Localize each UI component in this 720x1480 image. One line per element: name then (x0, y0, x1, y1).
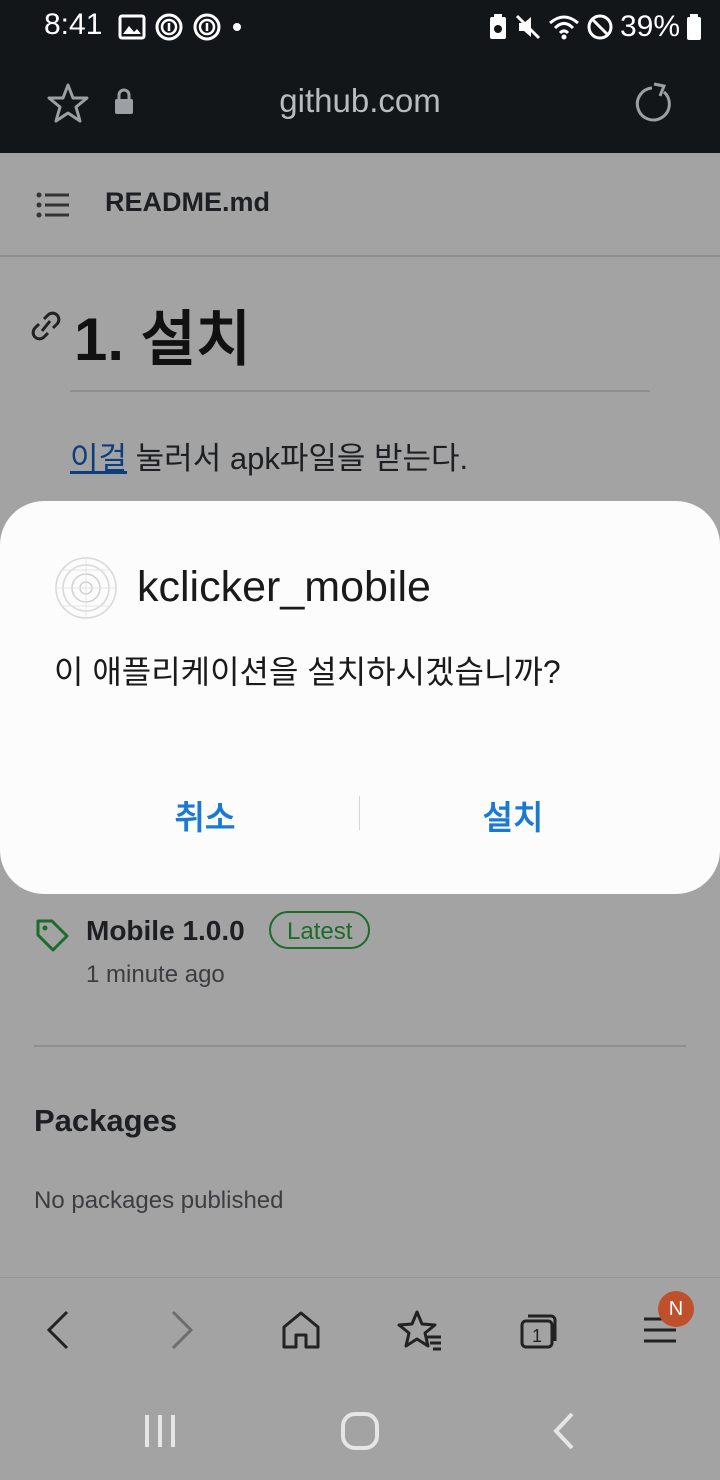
divider (70, 390, 650, 392)
home-button[interactable] (277, 1306, 325, 1354)
readme-header: README.md (0, 153, 720, 255)
release-time: 1 minute ago (86, 961, 225, 988)
back-nav-icon[interactable] (548, 1410, 578, 1452)
home-icon (282, 1311, 320, 1349)
paragraph: 이걸 눌러서 apk파일을 받는다. (70, 433, 468, 478)
download-link[interactable]: 이걸 (70, 441, 127, 476)
fingerprint-icon (155, 13, 183, 41)
forward-icon (171, 1310, 194, 1350)
no-disturb-icon (587, 14, 613, 40)
battery-saver-icon (489, 14, 506, 39)
forward-button[interactable] (158, 1306, 206, 1354)
dot-icon (233, 23, 241, 31)
tag-icon (36, 919, 69, 952)
link-icon[interactable] (28, 309, 64, 343)
reload-icon[interactable] (630, 82, 674, 126)
back-button[interactable] (34, 1306, 82, 1354)
list-icon[interactable] (36, 191, 70, 219)
home-nav-icon[interactable] (339, 1410, 381, 1452)
gallery-icon (118, 14, 146, 40)
app-name: kclicker_mobile (137, 563, 431, 611)
browser-toolbar: 1 (0, 1277, 720, 1381)
address-bar[interactable]: github.com (0, 52, 720, 153)
packages-text: No packages published (34, 1187, 284, 1214)
readme-title: README.md (105, 187, 271, 217)
notification-badge: N (658, 1291, 694, 1327)
paragraph-text: 눌러서 apk파일을 받는다. (127, 441, 469, 476)
tabs-icon: 1 (520, 1314, 557, 1349)
recents-icon[interactable] (140, 1412, 180, 1450)
wifi-icon (548, 15, 579, 40)
packages-title: Packages (34, 1103, 178, 1138)
bookmarks-icon (397, 1310, 441, 1351)
install-button[interactable]: 설치 (363, 791, 663, 839)
divider (34, 1045, 686, 1047)
latest-badge: Latest (269, 911, 371, 949)
system-nav-bar (0, 1380, 720, 1480)
divider (0, 255, 720, 257)
install-question: 이 애플리케이션을 설치하시겠습니까? (54, 654, 561, 690)
status-time: 8:41 (44, 8, 103, 41)
url-text[interactable]: github.com (0, 82, 720, 120)
mute-icon (515, 14, 541, 40)
battery-icon (687, 14, 701, 40)
tabs-button[interactable]: 1 (515, 1306, 563, 1354)
page-heading: 1. 설치 (74, 306, 252, 373)
tabs-count: 1 (532, 1326, 542, 1346)
battery-percent: 39% (619, 10, 680, 43)
back-icon (46, 1310, 69, 1350)
bookmarks-button[interactable] (396, 1306, 444, 1354)
cancel-button[interactable]: 취소 (55, 791, 355, 839)
release-name[interactable]: Mobile 1.0.0 (86, 915, 245, 947)
status-bar: 8:41 39% (0, 0, 720, 52)
fingerprint-icon (193, 13, 221, 41)
app-icon (55, 557, 117, 619)
install-dialog: kclicker_mobile 이 애플리케이션을 설치하시겠습니까? 취소 설… (0, 501, 720, 894)
button-divider (359, 796, 360, 830)
